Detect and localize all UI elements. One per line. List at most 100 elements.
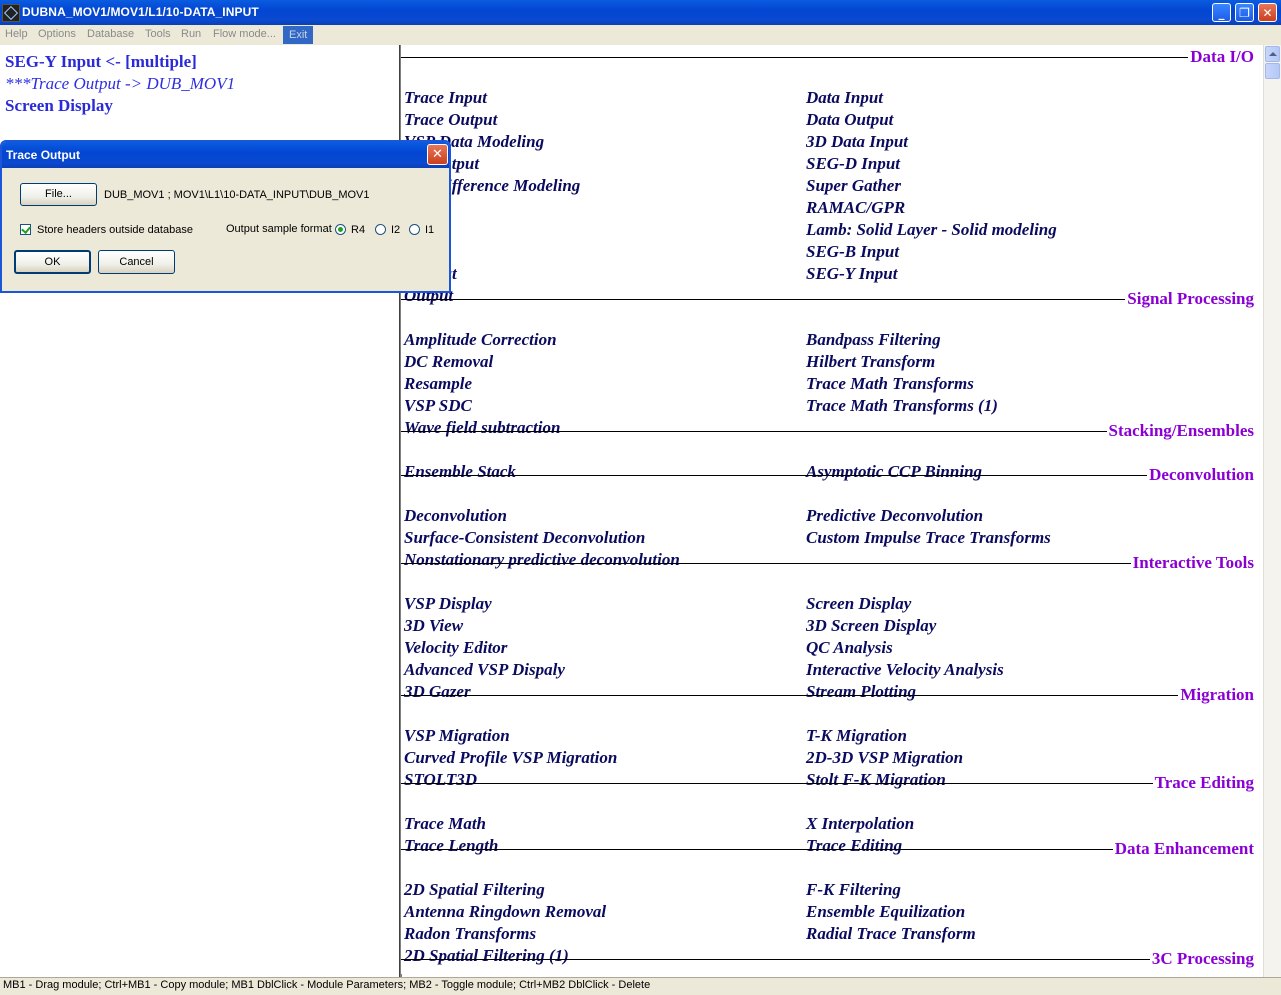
module-trace-editing[interactable]: Trace Editing [806, 836, 902, 856]
format-r4-label[interactable]: R4 [351, 224, 365, 236]
category-stacking-ensembles[interactable]: Stacking/Ensembles [1109, 421, 1254, 441]
category-trace-editing[interactable]: Trace Editing [1155, 773, 1254, 793]
title-bar[interactable]: DUBNA_MOV1/MOV1/L1/10-DATA_INPUT _ ❐ ✕ [0, 0, 1281, 25]
format-i1-label[interactable]: I1 [425, 224, 434, 236]
module-screen-display[interactable]: Screen Display [806, 594, 911, 614]
category-3c-processing[interactable]: 3C Processing [1152, 949, 1254, 969]
store-headers-label[interactable]: Store headers outside database [37, 224, 193, 236]
menu-bar: Help Options Database Tools Run Flow mod… [0, 25, 1281, 45]
module-data-input[interactable]: Data Input [806, 88, 883, 108]
menu-tools[interactable]: Tools [145, 28, 171, 40]
module-2d-spatial-filtering-1[interactable]: 2D Spatial Filtering (1) [404, 946, 569, 966]
category-interactive-tools[interactable]: Interactive Tools [1133, 553, 1254, 573]
module-antenna-ringdown-removal[interactable]: Antenna Ringdown Removal [404, 902, 606, 922]
module-ensemble-stack[interactable]: Ensemble Stack [404, 462, 516, 482]
module-3d-view[interactable]: 3D View [404, 616, 463, 636]
module-nonstationary-predictive-deconvolution[interactable]: Nonstationary predictive deconvolution [404, 550, 680, 570]
module-trace-input[interactable]: Trace Input [404, 88, 487, 108]
format-i2-label[interactable]: I2 [391, 224, 400, 236]
module-lamb-solid-layer-solid-modeling[interactable]: Lamb: Solid Layer - Solid modeling [806, 220, 1057, 240]
module-velocity-editor[interactable]: Velocity Editor [404, 638, 507, 658]
module-trace-math[interactable]: Trace Math [404, 814, 486, 834]
format-r4-radio[interactable] [335, 224, 346, 235]
module-3d-gazer[interactable]: 3D Gazer [404, 682, 471, 702]
module-vsp-display[interactable]: VSP Display [404, 594, 492, 614]
format-i1-radio[interactable] [409, 224, 420, 235]
flow-item-trace-output[interactable]: ***Trace Output -> DUB_MOV1 [5, 74, 235, 94]
module-trace-math-transforms[interactable]: Trace Math Transforms [806, 374, 974, 394]
module-bandpass-filtering[interactable]: Bandpass Filtering [806, 330, 941, 350]
module-hilbert-transform[interactable]: Hilbert Transform [806, 352, 935, 372]
module-amplitude-correction[interactable]: Amplitude Correction [404, 330, 557, 350]
module-3d-data-input[interactable]: 3D Data Input [806, 132, 908, 152]
dialog-title-bar[interactable]: Trace Output ✕ [2, 142, 449, 168]
module-super-gather[interactable]: Super Gather [806, 176, 901, 196]
module-deconvolution[interactable]: Deconvolution [404, 506, 507, 526]
dialog-close-button[interactable]: ✕ [427, 144, 448, 165]
module-advanced-vsp-dispaly[interactable]: Advanced VSP Dispaly [404, 660, 565, 680]
module-t-k-migration[interactable]: T-K Migration [806, 726, 907, 746]
scroll-up-arrow-icon[interactable] [1265, 46, 1280, 62]
module-x-interpolation[interactable]: X Interpolation [806, 814, 914, 834]
flow-item-screen-display[interactable]: Screen Display [5, 96, 113, 116]
module-qc-analysis[interactable]: QC Analysis [806, 638, 893, 658]
category-divider [401, 783, 1153, 784]
module-radial-trace-transform[interactable]: Radial Trace Transform [806, 924, 976, 944]
file-button[interactable]: File... [20, 183, 97, 206]
module-stream-plotting[interactable]: Stream Plotting [806, 682, 916, 702]
maximize-button[interactable]: ❐ [1235, 3, 1254, 22]
scroll-thumb[interactable] [1265, 63, 1280, 79]
menu-help[interactable]: Help [5, 28, 28, 40]
module-stolt3d[interactable]: STOLT3D [404, 770, 477, 790]
close-button[interactable]: ✕ [1258, 3, 1277, 22]
module-seg-b-input[interactable]: SEG-B Input [806, 242, 899, 262]
module-2d-spatial-filtering[interactable]: 2D Spatial Filtering [404, 880, 545, 900]
module-trace-output[interactable]: Trace Output [404, 110, 497, 130]
format-i2-radio[interactable] [375, 224, 386, 235]
module-data-output[interactable]: Data Output [806, 110, 893, 130]
category-data-i-o[interactable]: Data I/O [1190, 47, 1254, 67]
category-divider [401, 849, 1113, 850]
module-resample[interactable]: Resample [404, 374, 472, 394]
flow-item-segy-input[interactable]: SEG-Y Input <- [multiple] [5, 52, 197, 72]
module-seg-y-input[interactable]: SEG-Y Input [806, 264, 897, 284]
menu-database[interactable]: Database [87, 28, 134, 40]
category-migration[interactable]: Migration [1180, 685, 1254, 705]
module-radon-transforms[interactable]: Radon Transforms [404, 924, 536, 944]
module-surface-consistent-deconvolution[interactable]: Surface-Consistent Deconvolution [404, 528, 645, 548]
module-f-k-filtering[interactable]: F-K Filtering [806, 880, 901, 900]
category-data-enhancement[interactable]: Data Enhancement [1115, 839, 1254, 859]
app-icon[interactable] [2, 4, 20, 22]
module-vsp-sdc[interactable]: VSP SDC [404, 396, 472, 416]
menu-run[interactable]: Run [181, 28, 201, 40]
module-3d-screen-display[interactable]: 3D Screen Display [806, 616, 936, 636]
module-vsp-migration[interactable]: VSP Migration [404, 726, 510, 746]
module-trace-math-transforms-1[interactable]: Trace Math Transforms (1) [806, 396, 998, 416]
module-seg-d-input[interactable]: SEG-D Input [806, 154, 900, 174]
module-ramac-gpr[interactable]: RAMAC/GPR [806, 198, 905, 218]
cancel-button[interactable]: Cancel [98, 250, 175, 274]
module-interactive-velocity-analysis[interactable]: Interactive Velocity Analysis [806, 660, 1004, 680]
module-wave-field-subtraction[interactable]: Wave field subtraction [404, 418, 560, 438]
module-curved-profile-vsp-migration[interactable]: Curved Profile VSP Migration [404, 748, 617, 768]
ok-button[interactable]: OK [14, 250, 91, 274]
category-signal-processing[interactable]: Signal Processing [1127, 289, 1254, 309]
module-custom-impulse-trace-transforms[interactable]: Custom Impulse Trace Transforms [806, 528, 1051, 548]
vertical-scrollbar[interactable] [1263, 45, 1281, 977]
minimize-button[interactable]: _ [1212, 3, 1231, 22]
module-trace-length[interactable]: Trace Length [404, 836, 498, 856]
module-list[interactable]: Data I/O Trace Input Data Input Trace Outpu… [401, 45, 1263, 974]
trace-output-dialog[interactable]: Trace Output ✕ File... DUB_MOV1 ; MOV1\L… [0, 140, 451, 293]
status-bar: MB1 - Drag module; Ctrl+MB1 - Copy modul… [0, 977, 1281, 995]
module-2d-3d-vsp-migration[interactable]: 2D-3D VSP Migration [806, 748, 963, 768]
menu-options[interactable]: Options [38, 28, 76, 40]
store-headers-checkbox[interactable] [20, 224, 31, 235]
module-ensemble-equilization[interactable]: Ensemble Equilization [806, 902, 965, 922]
module-stolt-f-k-migration[interactable]: Stolt F-K Migration [806, 770, 946, 790]
module-asymptotic-ccp-binning[interactable]: Asymptotic CCP Binning [806, 462, 982, 482]
module-dc-removal[interactable]: DC Removal [404, 352, 493, 372]
category-deconvolution[interactable]: Deconvolution [1149, 465, 1254, 485]
menu-flow-mode[interactable]: Flow mode... [213, 28, 276, 40]
module-predictive-deconvolution[interactable]: Predictive Deconvolution [806, 506, 983, 526]
menu-exit[interactable]: Exit [283, 26, 314, 44]
